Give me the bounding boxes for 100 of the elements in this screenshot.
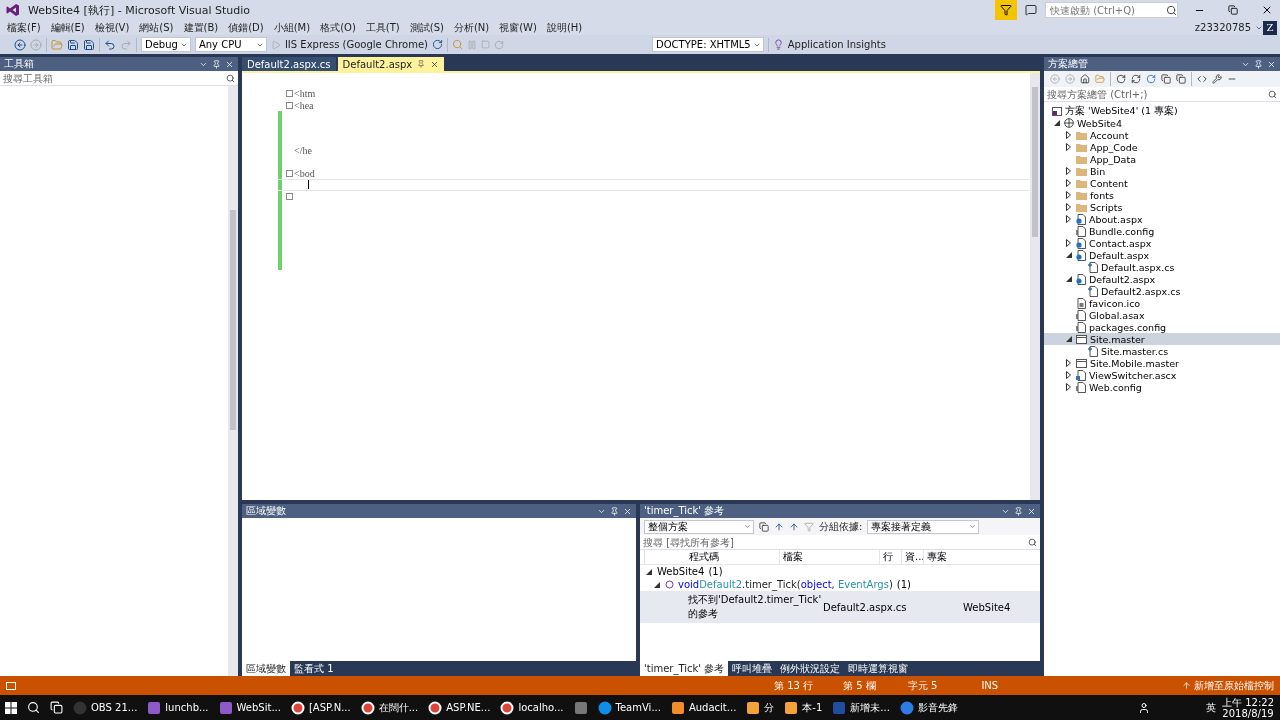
history-icon[interactable] [1116, 74, 1126, 84]
refresh-icon[interactable] [1146, 74, 1156, 84]
account-avatar[interactable]: Z [1263, 20, 1277, 35]
show-all-files-icon[interactable] [1176, 74, 1186, 84]
menu-item[interactable]: 偵錯(D) [223, 20, 269, 35]
collapse-all-icon[interactable] [1161, 74, 1171, 84]
menu-item[interactable]: 說明(H) [541, 20, 588, 35]
scope-dropdown[interactable]: 整個方案 [644, 519, 754, 534]
refresh-icon[interactable] [432, 39, 443, 50]
collapsed-arrow-icon[interactable] [1066, 239, 1071, 247]
menu-item[interactable]: 工具(T) [360, 20, 405, 35]
save-all-icon[interactable] [83, 38, 95, 51]
tree-item[interactable]: Site.Mobile.master [1044, 357, 1280, 369]
collapsed-arrow-icon[interactable] [1066, 179, 1071, 187]
pin-icon[interactable] [610, 506, 619, 516]
account-name[interactable]: z23320785 [1194, 22, 1251, 33]
previous-icon[interactable] [774, 521, 784, 532]
run-target-button[interactable]: IIS Express (Google Chrome) [284, 39, 428, 50]
taskbar-item[interactable]: [ASP.N... [285, 695, 356, 720]
next-icon[interactable] [789, 521, 799, 532]
panel-tab[interactable]: 'timer_Tick' 參考 [640, 661, 729, 676]
taskbar-item[interactable]: WebSit... [213, 695, 286, 720]
lightbulb-icon[interactable] [772, 39, 784, 50]
expanded-arrow-icon[interactable] [645, 568, 652, 575]
expanded-arrow-icon[interactable] [1053, 120, 1060, 126]
collapsed-arrow-icon[interactable] [1066, 383, 1071, 391]
upload-icon[interactable] [1182, 681, 1191, 690]
taskbar-item[interactable]: ASP.NE... [423, 695, 496, 720]
tree-item[interactable]: packages.config [1044, 321, 1280, 333]
expanded-arrow-icon[interactable] [1065, 276, 1072, 282]
column-header[interactable]: 程式碼 [644, 550, 779, 564]
menu-item[interactable]: 格式(O) [315, 20, 361, 35]
document-tab[interactable]: Default2.aspx [337, 57, 445, 71]
tree-item[interactable]: Content [1044, 177, 1280, 189]
taskbar-item[interactable]: lunchb... [142, 695, 214, 720]
document-tab[interactable]: Default2.aspx.cs [242, 57, 336, 71]
tree-item[interactable]: Default.aspx.cs [1044, 261, 1280, 273]
code-icon[interactable] [1197, 74, 1207, 84]
tree-item[interactable]: Site.master.cs [1044, 345, 1280, 357]
windows-start-icon[interactable] [5, 701, 17, 714]
fold-toggle[interactable] [286, 192, 293, 200]
tree-item[interactable]: Global.asax [1044, 309, 1280, 321]
people-icon[interactable] [1138, 701, 1150, 714]
pin-icon[interactable] [417, 60, 426, 68]
search-field[interactable]: 搜尋方案總管 (Ctrl+;) [1047, 87, 1268, 101]
collapsed-arrow-icon[interactable] [1066, 203, 1071, 211]
wrench-icon[interactable] [1212, 74, 1222, 84]
collapsed-arrow-icon[interactable] [1066, 143, 1071, 151]
clock[interactable]: 上午 12:22 2018/8/19 [1222, 696, 1274, 719]
undo-icon[interactable] [104, 38, 116, 51]
collapsed-arrow-icon[interactable] [1066, 131, 1071, 139]
taskbar-item[interactable]: 分 [741, 695, 780, 720]
restart-icon[interactable] [494, 39, 504, 50]
fold-toggle[interactable] [286, 169, 293, 177]
collapsed-arrow-icon[interactable] [1066, 167, 1071, 175]
expanded-arrow-icon[interactable] [1065, 336, 1072, 342]
collapsed-arrow-icon[interactable] [1066, 191, 1071, 199]
tree-item[interactable]: App_Data [1044, 153, 1280, 165]
tree-item-label[interactable]: 方案 'WebSite4' (1 專案) [1065, 104, 1178, 118]
menu-item[interactable]: 網站(S) [134, 20, 179, 35]
feedback-filter-button[interactable] [995, 0, 1017, 20]
platform-dropdown[interactable]: Any CPU [194, 37, 267, 52]
notification-icon[interactable] [1025, 4, 1037, 16]
doctype-dropdown[interactable]: DOCTYPE: XHTML5 [652, 37, 764, 52]
menu-item[interactable]: 測試(S) [404, 20, 449, 35]
column-header[interactable]: 檔案 [779, 550, 879, 564]
filter-icon[interactable] [1000, 4, 1012, 16]
collapsed-arrow-icon[interactable] [1066, 371, 1071, 379]
menu-item[interactable]: 小組(M) [268, 20, 316, 35]
save-icon[interactable] [67, 38, 79, 51]
pin-icon[interactable] [1014, 506, 1023, 516]
menu-item[interactable]: 檔案(F) [2, 20, 46, 35]
taskbar-item[interactable]: 在闊什... [355, 695, 424, 720]
close-icon[interactable] [1261, 4, 1273, 16]
tree-item[interactable]: Bundle.config [1044, 225, 1280, 237]
pin-icon[interactable] [1254, 59, 1263, 69]
taskbar-item[interactable]: TeamVi... [592, 695, 666, 720]
tree-item[interactable]: Contact.aspx [1044, 237, 1280, 249]
tree-item[interactable]: fonts [1044, 189, 1280, 201]
tree-item[interactable]: Site.master [1044, 333, 1280, 345]
menu-item[interactable]: 視窗(W) [494, 20, 542, 35]
taskbar-item[interactable]: localho... [495, 695, 569, 720]
method-signature[interactable]: voidDefault2.timer_Tick(object, EventArgs) [678, 579, 893, 590]
search-field[interactable]: 搜尋工具箱 [3, 71, 226, 85]
fold-toggle[interactable] [286, 101, 293, 109]
menu-item[interactable]: 編輯(E) [45, 20, 90, 35]
taskbar-item[interactable]: Audacit... [665, 695, 742, 720]
taskbar-item[interactable]: 新增未... [827, 695, 895, 720]
taskbar-item[interactable]: 影音先鋒 [894, 695, 963, 720]
restore-icon[interactable] [1228, 5, 1238, 15]
tree-item[interactable]: Bin [1044, 165, 1280, 177]
fold-toggle[interactable] [286, 90, 293, 98]
tree-item[interactable]: Default.aspx [1044, 249, 1280, 261]
source-control-button[interactable]: 新增至原始檔控制 [1194, 678, 1274, 693]
tree-item[interactable]: WebSite4 [1044, 117, 1280, 129]
panel-tab[interactable]: 區域變數 [242, 661, 290, 676]
sync-icon[interactable] [1131, 74, 1141, 84]
tree-item[interactable]: Default2.aspx.cs [1044, 285, 1280, 297]
collapsed-arrow-icon[interactable] [1066, 215, 1071, 223]
expanded-arrow-icon[interactable] [653, 581, 660, 588]
